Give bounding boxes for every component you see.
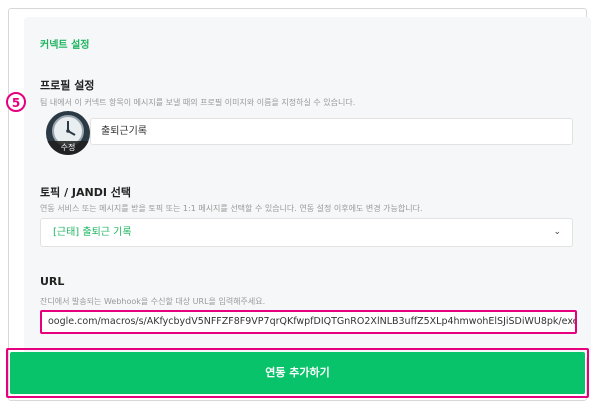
connect-settings-panel: 커넥트 설정 프로필 설정 팀 내에서 이 커넥트 항목이 메시지를 보낼 때의… <box>8 8 591 401</box>
topic-select[interactable]: [근태] 출퇴근 기록 ⌄ <box>40 218 573 247</box>
profile-description: 팀 내에서 이 커넥트 항목이 메시지를 보낼 때의 프로필 이미지와 이름을 … <box>40 98 356 107</box>
profile-name-input[interactable]: 출퇴근기록 <box>90 118 573 145</box>
url-description: 잔디에서 발송되는 Webhook을 수신할 대상 URL을 입력해주세요. <box>40 297 266 306</box>
submit-highlight: 연동 추가하기 <box>6 348 589 398</box>
topic-selected-value: [근태] 출퇴근 기록 <box>53 227 132 238</box>
avatar-edit-label[interactable]: 수정 <box>46 141 90 155</box>
section-title: 커넥트 설정 <box>40 40 90 51</box>
settings-card: 커넥트 설정 프로필 설정 팀 내에서 이 커넥트 항목이 메시지를 보낼 때의… <box>24 17 591 358</box>
url-label: URL <box>40 275 65 288</box>
profile-avatar[interactable]: 수정 <box>46 111 90 155</box>
topic-label: 토픽 / JANDI 선택 <box>40 186 132 199</box>
step-number-badge: 5 <box>6 92 26 112</box>
webhook-url-input[interactable]: oogle.com/macros/s/AKfycbydV5NFFZF8F9VP7… <box>40 310 577 334</box>
topic-description: 연동 서비스 또는 메시지를 받을 토픽 또는 1:1 메시지를 선택할 수 있… <box>40 204 423 213</box>
add-integration-button[interactable]: 연동 추가하기 <box>10 352 585 394</box>
chevron-down-icon: ⌄ <box>553 227 561 237</box>
profile-label: 프로필 설정 <box>40 79 95 92</box>
